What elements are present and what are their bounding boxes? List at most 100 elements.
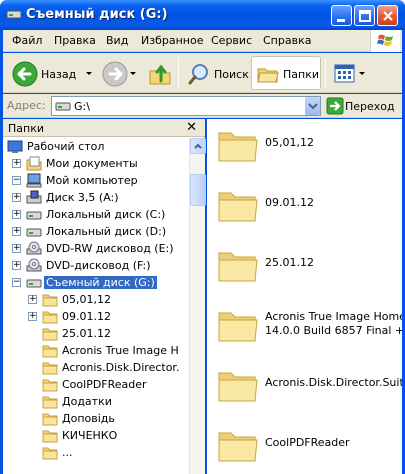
views-icon (334, 64, 355, 83)
tree-item-label: Acronis.Disk.Director. (62, 361, 180, 374)
search-button[interactable]: Поиск (183, 56, 249, 90)
forward-button[interactable] (99, 56, 139, 90)
windows-flag-icon (377, 34, 393, 46)
search-icon (188, 64, 208, 85)
folder-tree-pane: Папки ✕ Рабочий стол + Мои документы − Мой к… (3, 119, 206, 474)
address-dropdown-button[interactable] (304, 97, 320, 115)
expand-icon[interactable]: + (28, 312, 37, 321)
views-button[interactable] (330, 56, 366, 90)
tree-item[interactable]: − Съемный диск (G:) (3, 274, 189, 291)
my-computer-icon (26, 173, 42, 188)
go-label: Переход (345, 100, 395, 113)
folder-pane-header: Папки ✕ (3, 119, 205, 137)
menu-file[interactable]: Файл (12, 34, 42, 47)
collapse-icon[interactable]: − (12, 278, 21, 287)
folder-icon (218, 192, 258, 222)
folder-item[interactable]: Acronis True Image Home 14.0.0 Build 685… (207, 300, 402, 360)
close-pane-button[interactable]: ✕ (186, 121, 197, 134)
tree-item[interactable]: + Мои документы (3, 155, 189, 172)
tree-item[interactable]: Acronis.Disk.Director. (3, 359, 189, 376)
maximize-button[interactable] (354, 5, 375, 26)
tree-item-label: Локальный диск (C:) (46, 208, 166, 221)
address-input[interactable]: G:\ (51, 96, 321, 116)
scroll-thumb[interactable] (190, 174, 206, 206)
tree-item[interactable]: + DVD-RW дисковод (E:) (3, 240, 189, 257)
folder-item[interactable]: CoolPDFReader (207, 420, 402, 474)
folder-item-name: Acronis.Disk.Director.Suite (265, 376, 402, 389)
chevron-down-icon (308, 103, 318, 110)
tree-item[interactable]: + DVD-дисковод (F:) (3, 257, 189, 274)
tree-item-label: Рабочий стол (27, 140, 105, 153)
scroll-up-button[interactable] (190, 138, 206, 154)
minimize-icon (337, 19, 345, 22)
hard-drive-icon (26, 211, 42, 220)
folder-tree-scrollbar[interactable] (189, 138, 206, 474)
expand-icon[interactable]: + (12, 261, 21, 270)
tree-item[interactable]: ... (3, 444, 189, 461)
tree-item[interactable]: Доповідь (3, 410, 189, 427)
tree-item[interactable]: 25.01.12 (3, 325, 189, 342)
close-icon (383, 11, 393, 21)
menu-view[interactable]: Вид (106, 34, 128, 47)
folder-icon (42, 447, 58, 460)
go-arrow-icon (326, 97, 344, 115)
back-button[interactable]: Назад (7, 56, 99, 90)
tree-item-label: 09.01.12 (62, 310, 111, 323)
expand-icon[interactable]: + (12, 193, 21, 202)
expand-icon[interactable]: + (12, 244, 21, 253)
back-arrow-icon (12, 61, 38, 87)
folder-icon (42, 294, 58, 307)
up-folder-button[interactable] (143, 56, 175, 90)
minimize-button[interactable] (331, 5, 352, 26)
tree-item[interactable]: Рабочий стол (3, 138, 189, 155)
folders-button[interactable]: Папки (251, 56, 321, 90)
folder-icon (42, 345, 58, 358)
title-bar[interactable]: Съемный диск (G:) (0, 0, 405, 30)
drive-icon (55, 102, 71, 111)
menu-tools[interactable]: Сервис (211, 34, 252, 47)
windows-logo (370, 30, 400, 52)
folder-icon (42, 396, 58, 409)
tree-item[interactable]: − Мой компьютер (3, 172, 189, 189)
tree-item[interactable]: CoolPDFReader (3, 376, 189, 393)
tree-item-label: 05,01,12 (62, 293, 111, 306)
expand-icon[interactable]: + (12, 227, 21, 236)
tree-item-label: DVD-RW дисковод (E:) (46, 242, 174, 255)
address-label: Адрес: (7, 99, 46, 112)
folder-item[interactable]: 05,01,12 (207, 120, 402, 180)
close-button[interactable] (377, 5, 398, 26)
floppy-drive-icon (26, 190, 42, 204)
tree-item[interactable]: КИЧЕНКО (3, 427, 189, 444)
back-dropdown-icon[interactable] (86, 72, 92, 75)
views-dropdown-icon[interactable] (359, 72, 365, 75)
tree-item-label: DVD-дисковод (F:) (46, 259, 151, 272)
folder-up-icon (149, 64, 171, 85)
menu-help[interactable]: Справка (263, 34, 311, 47)
folder-icon (42, 413, 58, 426)
folder-item[interactable]: 09.01.12 (207, 180, 402, 240)
expand-icon[interactable]: + (12, 159, 21, 168)
tree-item[interactable]: +09.01.12 (3, 308, 189, 325)
window-title: Съемный диск (G:) (26, 7, 168, 22)
go-button[interactable]: Переход (325, 96, 401, 116)
tree-item[interactable]: Acronis True Image H (3, 342, 189, 359)
expand-icon[interactable]: + (12, 210, 21, 219)
collapse-icon[interactable]: − (12, 176, 21, 185)
folder-item[interactable]: Acronis.Disk.Director.Suite (207, 360, 402, 420)
menu-edit[interactable]: Правка (54, 34, 96, 47)
forward-dropdown-icon[interactable] (130, 72, 136, 75)
tree-item[interactable]: +05,01,12 (3, 291, 189, 308)
tree-item-label: Съемный диск (G:) (44, 276, 157, 289)
tree-item-label: Диск 3,5 (A:) (46, 191, 119, 204)
maximize-icon (359, 10, 371, 22)
menu-favorites[interactable]: Избранное (141, 34, 203, 47)
tree-item[interactable]: + Локальный диск (C:) (3, 206, 189, 223)
tree-item[interactable]: Додатки (3, 393, 189, 410)
folder-icon (42, 379, 58, 392)
tree-item[interactable]: + Локальный диск (D:) (3, 223, 189, 240)
expand-icon[interactable]: + (28, 295, 37, 304)
removable-drive-icon (26, 279, 42, 288)
tree-item-label: Мои документы (46, 157, 138, 170)
folder-item[interactable]: 25.01.12 (207, 240, 402, 300)
tree-item[interactable]: + Диск 3,5 (A:) (3, 189, 189, 206)
